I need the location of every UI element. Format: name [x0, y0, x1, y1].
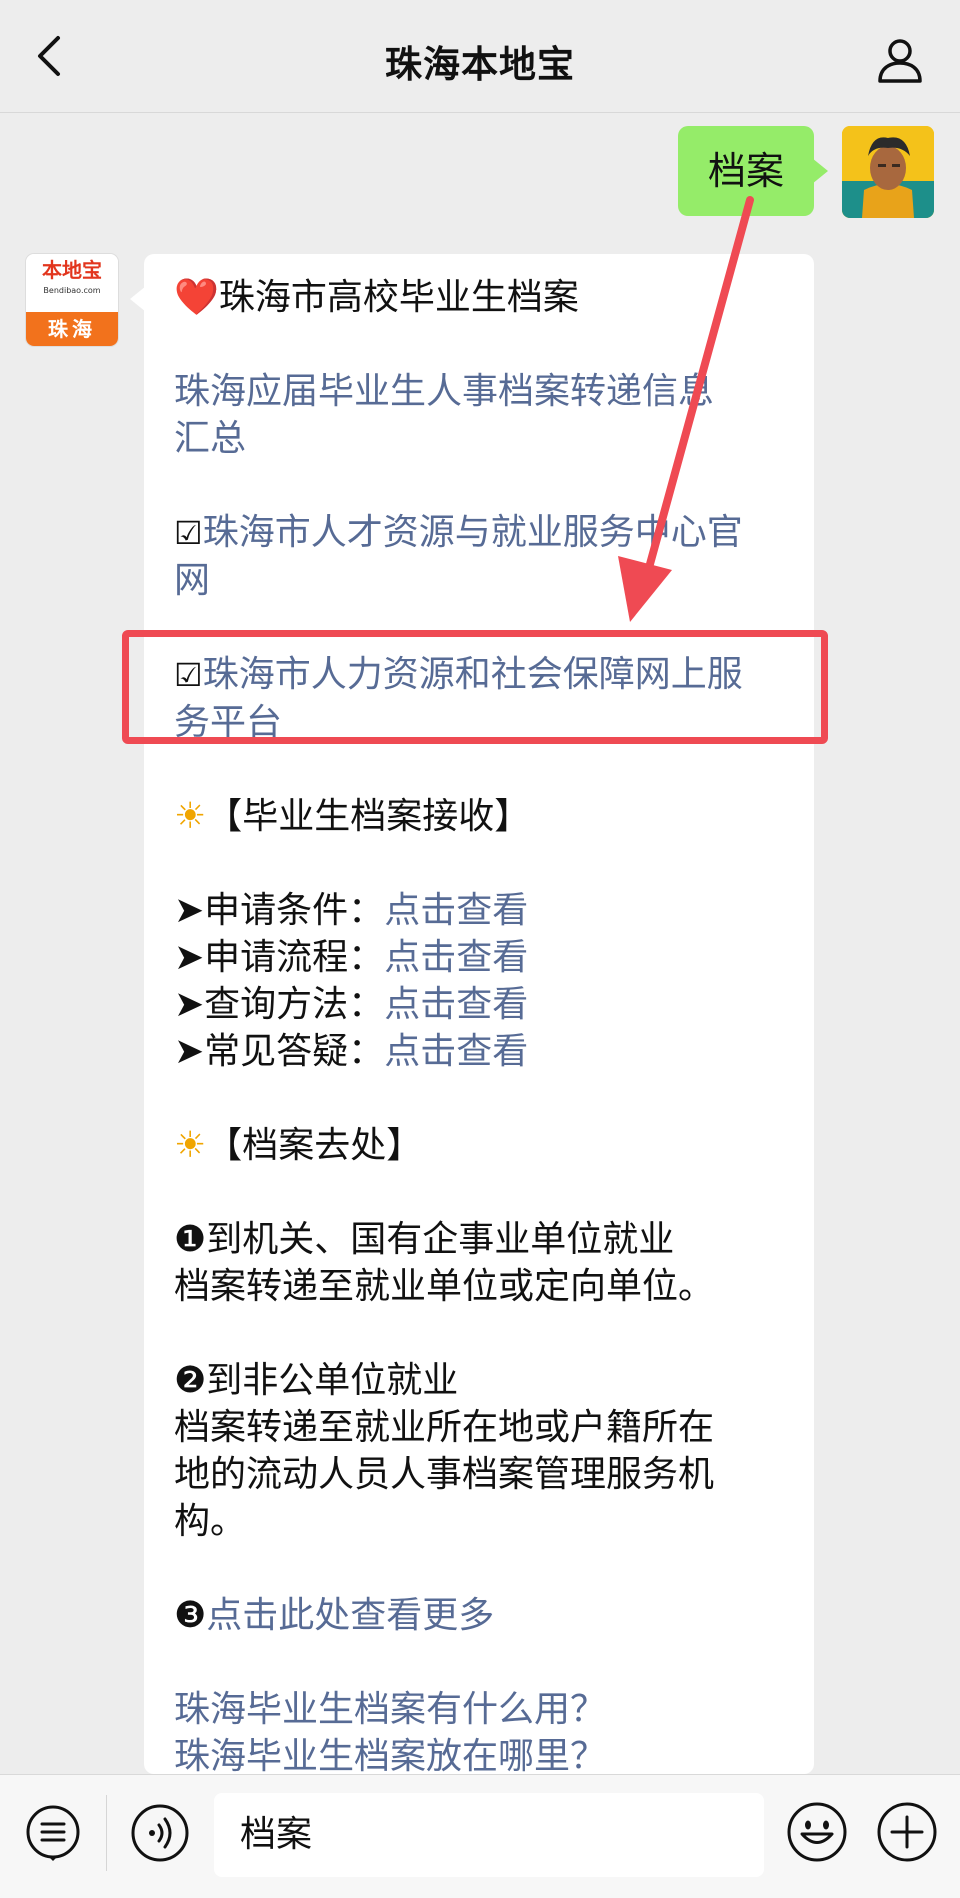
user-avatar[interactable]: [842, 126, 934, 218]
sun-icon: ☀: [174, 796, 207, 837]
list-item: ➤查询方法：点击查看: [174, 984, 529, 1025]
voice-icon[interactable]: [130, 1803, 190, 1863]
page-title: 珠海本地宝: [385, 43, 575, 86]
heart-icon: ❤️: [174, 277, 219, 318]
sun-icon: ☀: [174, 1125, 207, 1166]
paragraph-1-body: 档案转递至就业单位或定向单位。: [174, 1266, 715, 1307]
view-link[interactable]: 点击查看: [384, 1031, 528, 1072]
plus-icon[interactable]: [876, 1801, 938, 1863]
paragraph-2-title: ❷到非公单位就业: [174, 1360, 459, 1401]
logo-domain: Bendibao.com: [43, 286, 101, 295]
view-more-link[interactable]: 点击此处查看更多: [206, 1595, 494, 1636]
chat-input-bar: 档案: [0, 1774, 960, 1898]
message-input[interactable]: 档案: [214, 1793, 764, 1877]
number-1-icon: ❶: [174, 1219, 207, 1260]
user-message-bubble[interactable]: 档案: [677, 126, 829, 216]
section-heading-receive: ☀【毕业生档案接收】: [174, 796, 531, 837]
faq-link-location[interactable]: 珠海毕业生档案放在哪里？: [174, 1733, 790, 1780]
arrow-icon: ➤: [174, 984, 205, 1025]
paragraph-2-body: 构。: [174, 1501, 247, 1542]
logo-city: 珠海: [26, 312, 118, 346]
faq-link-usage[interactable]: 珠海毕业生档案有什么用？: [174, 1686, 790, 1733]
paragraph-1-title: ❶到机关、国有企事业单位就业: [174, 1219, 675, 1260]
bot-message-bubble: ❤️珠海市高校毕业生档案 珠海应届毕业生人事档案转递信息 汇总 ☑珠海市人才资源…: [130, 254, 814, 1777]
highlight-box: [122, 630, 828, 744]
view-link[interactable]: 点击查看: [384, 984, 528, 1025]
view-link[interactable]: 点击查看: [384, 937, 528, 978]
link-talent-center[interactable]: ☑珠海市人才资源与就业服务中心官 网: [174, 509, 790, 604]
section-heading-destination: ☀【档案去处】: [174, 1125, 423, 1166]
checkbox-icon: ☑: [174, 514, 203, 552]
emoji-icon[interactable]: [786, 1801, 848, 1863]
top-nav-bar: 珠海本地宝: [0, 0, 960, 113]
logo-text: 本地宝: [42, 258, 102, 282]
number-3-icon: ❸: [174, 1595, 207, 1636]
list-item: ➤常见答疑：点击查看: [174, 1031, 529, 1072]
paragraph-2-body: 地的流动人员人事档案管理服务机: [174, 1454, 715, 1495]
arrow-icon: ➤: [174, 1031, 205, 1072]
list-item: ➤申请条件：点击查看: [174, 890, 529, 931]
menu-list-icon[interactable]: [24, 1803, 82, 1861]
view-link[interactable]: 点击查看: [384, 890, 528, 931]
paragraph-3: ❸点击此处查看更多: [174, 1592, 790, 1639]
paragraph-2-body: 档案转递至就业所在地或户籍所在: [174, 1407, 715, 1448]
divider: [106, 1795, 107, 1871]
bot-avatar-logo[interactable]: 本地宝 Bendibao.com 珠海: [26, 254, 118, 346]
profile-icon[interactable]: [876, 36, 924, 84]
link-transfer-info[interactable]: 珠海应届毕业生人事档案转递信息 汇总: [174, 368, 790, 462]
arrow-icon: ➤: [174, 937, 205, 978]
number-2-icon: ❷: [174, 1360, 207, 1401]
message-title: ❤️珠海市高校毕业生档案: [174, 277, 579, 318]
list-item: ➤申请流程：点击查看: [174, 937, 529, 978]
arrow-icon: ➤: [174, 890, 205, 931]
